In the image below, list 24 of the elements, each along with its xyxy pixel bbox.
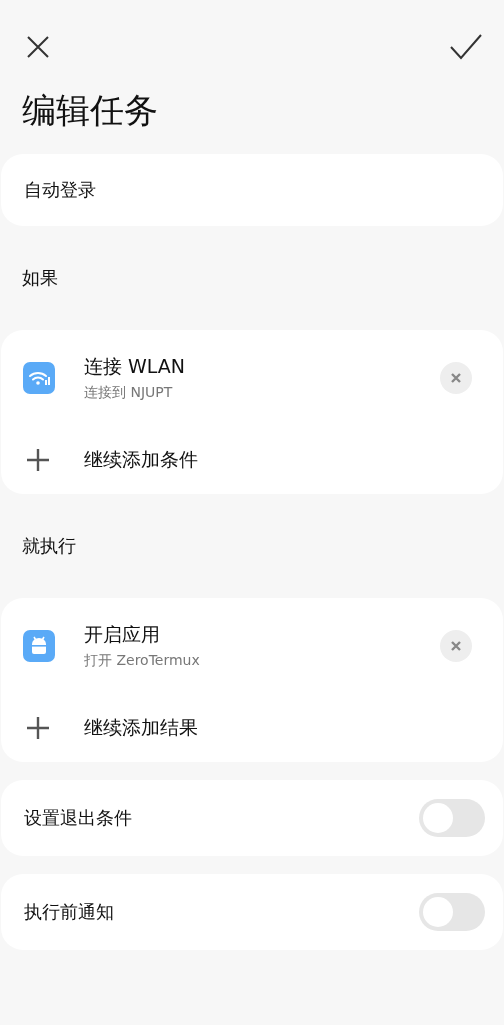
toggle-switch[interactable] [419, 893, 485, 931]
task-name-field[interactable]: 自动登录 [1, 154, 503, 226]
item-title: 开启应用 [84, 622, 161, 647]
android-app-icon [23, 630, 55, 662]
checkmark-icon[interactable] [450, 34, 482, 60]
item-subtitle: 打开 ZeroTermux [84, 652, 201, 670]
add-link[interactable]: 继续添加条件 [84, 447, 198, 473]
item-title: 连接 WLAN [84, 354, 187, 379]
item-subtitle: 连接到 NJUPT [84, 384, 174, 402]
remove-button[interactable] [440, 362, 472, 394]
section-label: 如果 [22, 266, 58, 290]
setting-label: 设置退出条件 [24, 806, 132, 830]
setting-label: 执行前通知 [24, 900, 114, 924]
add-icon[interactable] [26, 448, 50, 472]
page-title: 编辑任务 [22, 89, 159, 132]
close-icon [450, 640, 462, 652]
add-icon[interactable] [26, 716, 50, 740]
toggle-switch[interactable] [419, 799, 485, 837]
close-icon [450, 372, 462, 384]
remove-button[interactable] [440, 630, 472, 662]
wifi-icon [23, 362, 55, 394]
section-label: 就执行 [22, 534, 76, 558]
add-link[interactable]: 继续添加结果 [84, 715, 198, 741]
close-icon[interactable] [26, 35, 50, 59]
